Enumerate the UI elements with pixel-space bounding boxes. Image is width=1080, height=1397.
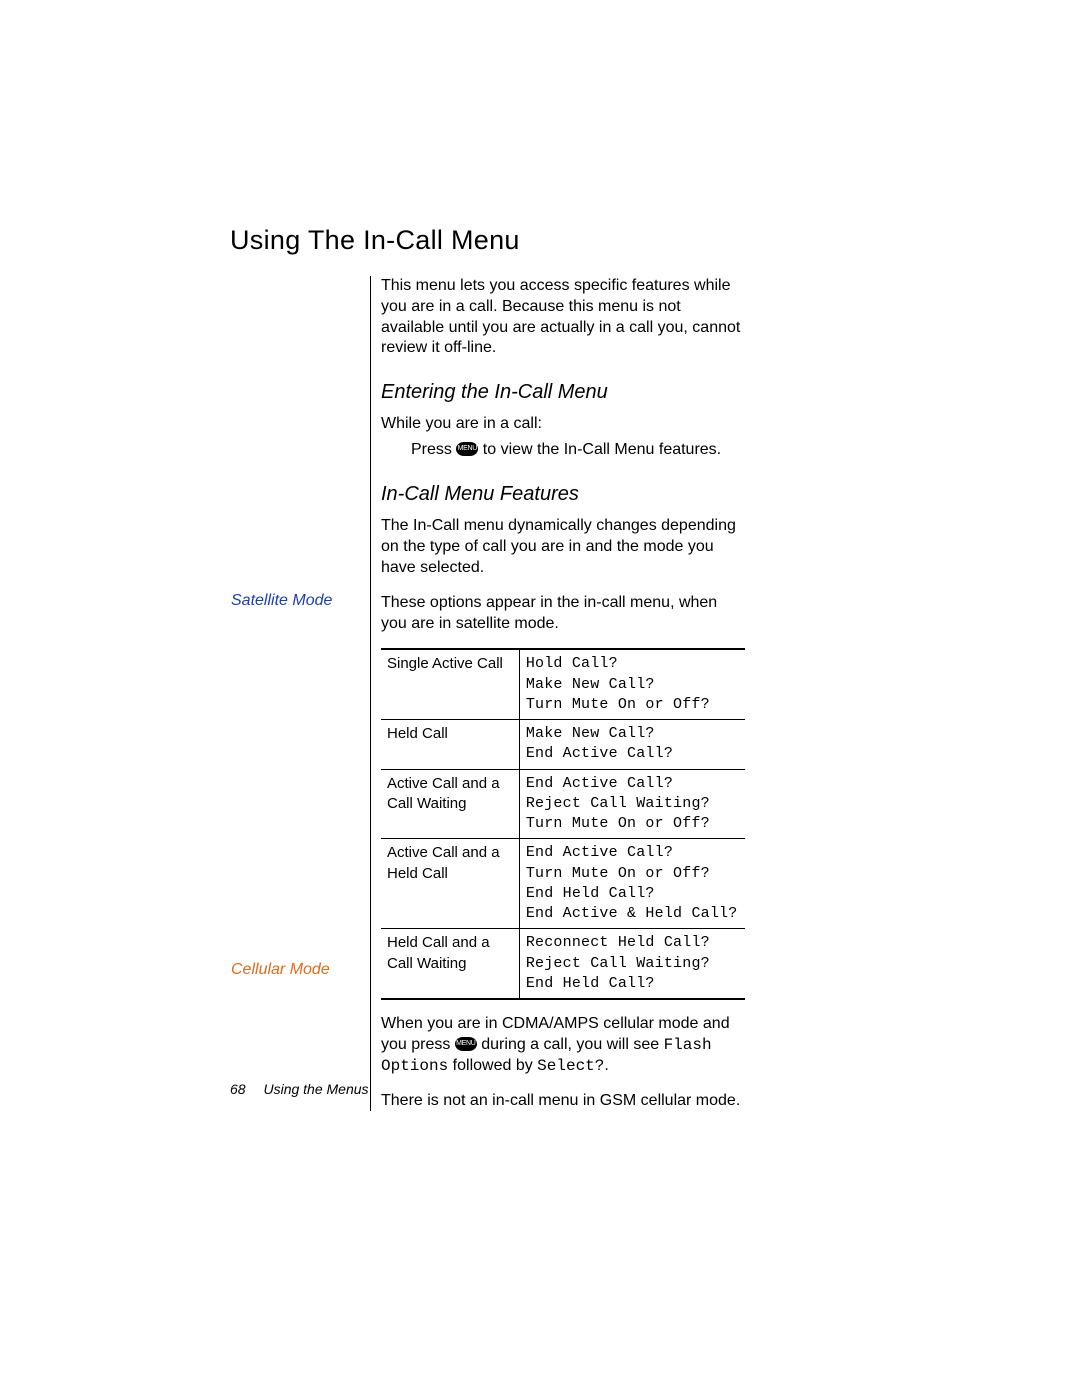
menu-button-icon: MENU bbox=[455, 1037, 477, 1051]
call-options: End Active Call? Turn Mute On or Off? En… bbox=[519, 839, 745, 929]
intro-paragraph: This menu lets you access speciﬁc featur… bbox=[381, 276, 745, 359]
features-heading: In-Call Menu Features bbox=[381, 483, 745, 506]
margin-label-cellular: Cellular Mode bbox=[231, 960, 351, 980]
table-row: Active Call and a Held Call End Active C… bbox=[381, 839, 745, 929]
page-title: Using The In-Call Menu bbox=[230, 225, 745, 256]
entering-step: Press MENU to view the In-Call Menu feat… bbox=[411, 439, 745, 461]
table-row: Held Call and a Call Waiting Reconnect H… bbox=[381, 929, 745, 999]
call-state: Active Call and a Call Waiting bbox=[381, 769, 519, 839]
cell-p1-c: followed by bbox=[448, 1057, 537, 1074]
menu-button-icon: MENU bbox=[456, 442, 478, 456]
page-number: 68 bbox=[230, 1081, 246, 1097]
entering-heading: Entering the In-Call Menu bbox=[381, 381, 745, 404]
call-state: Single Active Call bbox=[381, 649, 519, 719]
margin-label-satellite: Satellite Mode bbox=[231, 591, 351, 611]
features-lead: The In-Call menu dynamically changes dep… bbox=[381, 516, 745, 578]
call-options: Reconnect Held Call? Reject Call Waiting… bbox=[519, 929, 745, 999]
table-row: Active Call and a Call Waiting End Activ… bbox=[381, 769, 745, 839]
call-state: Held Call bbox=[381, 720, 519, 770]
satellite-lead: These options appear in the in-call menu… bbox=[381, 593, 745, 635]
step-before: Press bbox=[411, 441, 456, 458]
satellite-options-table: Single Active Call Hold Call? Make New C… bbox=[381, 648, 745, 1000]
opts-text: End Active Call? Turn Mute On or Off? En… bbox=[526, 844, 738, 922]
cell-p1-d: . bbox=[604, 1057, 608, 1074]
opts-text: Make New Call? End Active Call? bbox=[526, 725, 673, 762]
cellular-paragraph-1: When you are in CDMA/AMPS cellular mode … bbox=[381, 1014, 745, 1076]
opts-text: End Active Call? Reject Call Waiting? Tu… bbox=[526, 775, 710, 833]
table-row: Held Call Make New Call? End Active Call… bbox=[381, 720, 745, 770]
call-options: Make New Call? End Active Call? bbox=[519, 720, 745, 770]
opts-text: Hold Call? Make New Call? Turn Mute On o… bbox=[526, 655, 710, 713]
table-row: Single Active Call Hold Call? Make New C… bbox=[381, 649, 745, 719]
call-state: Active Call and a Held Call bbox=[381, 839, 519, 929]
call-state: Held Call and a Call Waiting bbox=[381, 929, 519, 999]
step-after: to view the In-Call Menu features. bbox=[478, 441, 721, 458]
page-footer: 68 Using the Menus bbox=[230, 1081, 369, 1097]
cell-mono2: Select? bbox=[537, 1057, 604, 1075]
cellular-paragraph-2: There is not an in-call menu in GSM cell… bbox=[381, 1091, 745, 1112]
content-column: This menu lets you access speciﬁc featur… bbox=[370, 276, 745, 1111]
opts-text: Reconnect Held Call? Reject Call Waiting… bbox=[526, 934, 710, 992]
manual-page: Using The In-Call Menu This menu lets yo… bbox=[0, 0, 1080, 1397]
entering-lead: While you are in a call: bbox=[381, 414, 745, 435]
footer-section: Using the Menus bbox=[263, 1081, 368, 1097]
cell-p1-b: during a call, you will see bbox=[477, 1036, 664, 1053]
call-options: Hold Call? Make New Call? Turn Mute On o… bbox=[519, 649, 745, 719]
call-options: End Active Call? Reject Call Waiting? Tu… bbox=[519, 769, 745, 839]
